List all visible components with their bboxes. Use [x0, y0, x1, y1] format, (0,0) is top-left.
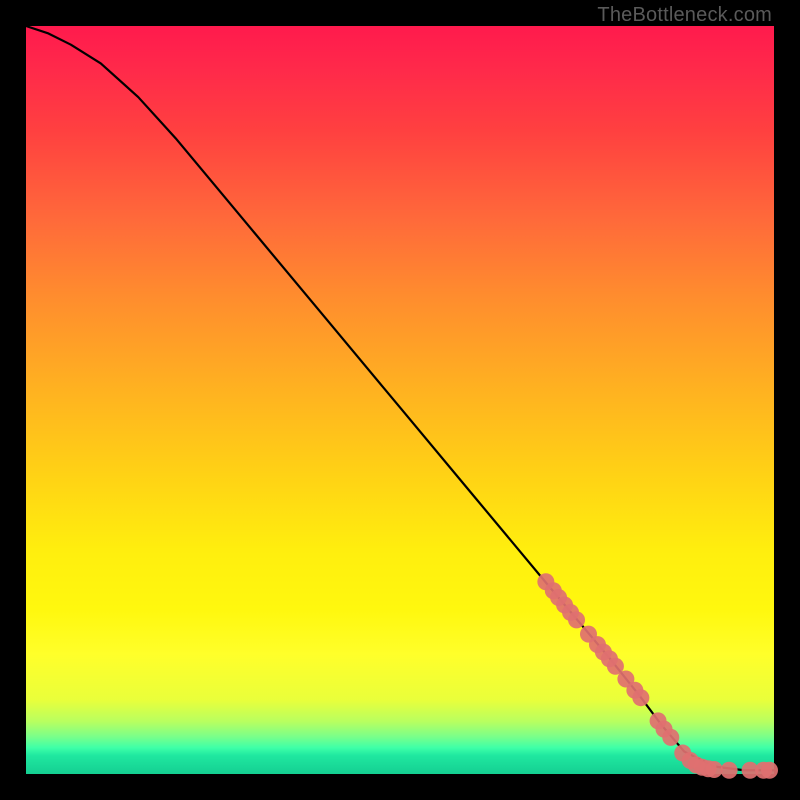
- scatter-point: [568, 611, 585, 628]
- scatter-point: [632, 689, 649, 706]
- scatter-point: [721, 762, 738, 779]
- plot-area: [26, 26, 774, 774]
- chart-frame: TheBottleneck.com: [0, 0, 800, 800]
- watermark-text: TheBottleneck.com: [597, 4, 772, 27]
- scatter-points: [537, 573, 778, 779]
- chart-overlay: [26, 26, 774, 774]
- scatter-point: [706, 761, 723, 778]
- scatter-point: [662, 729, 679, 746]
- curve-line: [26, 26, 774, 770]
- scatter-point: [761, 762, 778, 779]
